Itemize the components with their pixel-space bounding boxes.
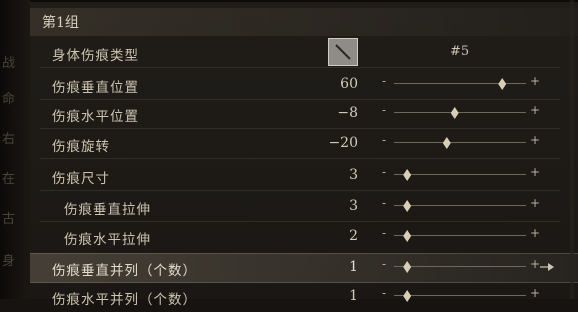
vertical-stretch-slider[interactable]: - +	[382, 196, 540, 212]
group-title: 第1组	[42, 15, 79, 31]
size-slider[interactable]: - +	[382, 165, 540, 181]
slider-decrease[interactable]: -	[382, 165, 386, 179]
slider-increase[interactable]: +	[530, 103, 540, 117]
vertical-position-slider[interactable]: - +	[382, 74, 540, 90]
row-label: 伤痕旋转	[52, 139, 110, 155]
side-glyph: 右	[2, 132, 16, 147]
slider-decrease[interactable]: -	[382, 74, 386, 88]
slider-thumb[interactable]	[498, 78, 506, 90]
row-divider	[40, 221, 560, 222]
slider-thumb[interactable]	[403, 230, 411, 242]
row-value: 3	[349, 167, 358, 183]
arrow-right-icon[interactable]	[540, 262, 554, 272]
slider-increase[interactable]: +	[530, 165, 540, 179]
row-label: 伤痕垂直位置	[52, 80, 139, 96]
side-glyph: 命	[2, 92, 16, 107]
row-label: 伤痕水平拉伸	[64, 232, 151, 248]
row-divider	[40, 128, 560, 129]
slider-track	[394, 235, 526, 236]
slider-decrease[interactable]: -	[382, 226, 386, 240]
rotation-slider[interactable]: - +	[382, 133, 540, 149]
slider-track	[394, 205, 526, 206]
slider-increase[interactable]: +	[530, 74, 540, 88]
slider-thumb[interactable]	[451, 107, 459, 119]
slider-thumb[interactable]	[403, 290, 411, 302]
slider-decrease[interactable]: -	[382, 257, 386, 271]
slider-increase[interactable]: +	[530, 257, 540, 271]
slider-track	[394, 174, 526, 175]
slider-decrease[interactable]: -	[382, 286, 386, 300]
mark-type-value: #5	[450, 44, 470, 59]
row-value: 1	[349, 288, 358, 304]
row-value: −20	[328, 135, 358, 151]
slider-track	[394, 295, 526, 296]
mark-type-swatch[interactable]	[328, 38, 358, 66]
group-header[interactable]	[30, 8, 578, 36]
horizontal-position-slider[interactable]: - +	[382, 103, 540, 119]
horizontal-stretch-slider[interactable]: - +	[382, 226, 540, 242]
row-divider	[40, 67, 560, 68]
slider-thumb[interactable]	[403, 261, 411, 273]
slider-thumb[interactable]	[443, 137, 451, 149]
row-label: 伤痕水平位置	[52, 109, 139, 125]
slider-track	[394, 266, 526, 267]
slider-thumb[interactable]	[403, 169, 411, 181]
slider-decrease[interactable]: -	[382, 103, 386, 117]
slider-increase[interactable]: +	[530, 133, 540, 147]
slider-increase[interactable]: +	[530, 196, 540, 210]
side-glyph: 身	[2, 254, 16, 269]
slider-increase[interactable]: +	[530, 226, 540, 240]
row-label: 伤痕垂直并列（个数）	[52, 263, 197, 279]
slider-increase[interactable]: +	[530, 286, 540, 300]
slider-decrease[interactable]: -	[382, 196, 386, 210]
side-glyph: 古	[2, 212, 16, 227]
row-value: 1	[349, 259, 358, 275]
row-label: 身体伤痕类型	[52, 48, 139, 64]
row-value: 2	[349, 228, 358, 244]
row-value: 60	[340, 76, 358, 92]
side-glyph: 战	[2, 56, 16, 71]
scrollbar[interactable]	[570, 0, 574, 299]
slider-decrease[interactable]: -	[382, 133, 386, 147]
slider-track	[394, 112, 526, 113]
row-label: 伤痕垂直拉伸	[64, 202, 151, 218]
dash-mark-swatch-icon	[335, 44, 351, 60]
horizontal-repeat-slider[interactable]: - +	[382, 286, 540, 302]
row-divider	[40, 158, 560, 159]
row-value: −8	[337, 105, 358, 121]
panel-top-border	[30, 0, 578, 2]
row-value: 3	[349, 198, 358, 214]
slider-thumb[interactable]	[403, 200, 411, 212]
vertical-repeat-slider[interactable]: - +	[382, 257, 540, 273]
row-divider	[40, 190, 560, 191]
side-glyph: 在	[2, 172, 16, 187]
slider-track	[394, 142, 526, 143]
row-label: 伤痕水平并列（个数）	[52, 292, 197, 308]
row-label: 伤痕尺寸	[52, 171, 110, 187]
